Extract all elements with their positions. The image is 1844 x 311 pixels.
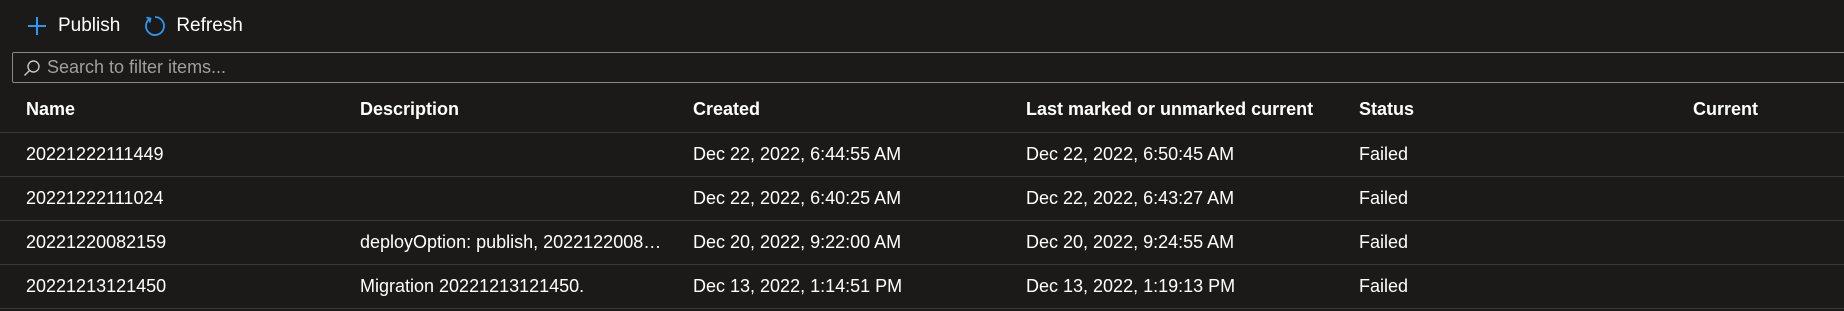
cell-name: 20221222111449	[26, 144, 164, 164]
cell-name: 20221222111024	[26, 188, 164, 208]
cell-name: 20221213121450	[26, 276, 167, 296]
column-header-last-marked[interactable]: Last marked or unmarked current	[1000, 99, 1333, 120]
column-header-status[interactable]: Status	[1333, 99, 1667, 120]
refresh-icon	[142, 13, 168, 39]
cell-last-marked: Dec 22, 2022, 6:50:45 AM	[1026, 144, 1235, 164]
cell-description: Migration 20221213121450.	[360, 276, 585, 296]
cell-status: Failed	[1359, 232, 1409, 252]
cell-last-marked: Dec 13, 2022, 1:19:13 PM	[1026, 276, 1236, 296]
cell-created: Dec 22, 2022, 6:40:25 AM	[693, 188, 902, 208]
column-header-current[interactable]: Current	[1667, 99, 1844, 120]
table-row[interactable]: 20221220082159 deployOption: publish, 20…	[0, 221, 1844, 265]
table-row[interactable]: 20221222111024 Dec 22, 2022, 6:40:25 AM …	[0, 177, 1844, 221]
cell-created: Dec 22, 2022, 6:44:55 AM	[693, 144, 902, 164]
cell-last-marked: Dec 20, 2022, 9:24:55 AM	[1026, 232, 1235, 252]
cell-description: deployOption: publish, 20221220082159.	[360, 232, 667, 252]
search-box	[12, 52, 1844, 83]
cell-last-marked: Dec 22, 2022, 6:43:27 AM	[1026, 188, 1235, 208]
column-header-created[interactable]: Created	[667, 99, 1000, 120]
publish-label: Publish	[58, 15, 121, 36]
cell-created: Dec 13, 2022, 1:14:51 PM	[693, 276, 903, 296]
publish-button[interactable]: Publish	[22, 8, 126, 44]
column-header-name[interactable]: Name	[0, 99, 334, 120]
cell-status: Failed	[1359, 144, 1409, 164]
command-bar: Publish Refresh	[0, 0, 263, 52]
table-row[interactable]: 20221222111449 Dec 22, 2022, 6:44:55 AM …	[0, 133, 1844, 177]
table-row[interactable]: 20221213121450 Migration 20221213121450.…	[0, 265, 1844, 309]
column-header-description[interactable]: Description	[334, 99, 667, 120]
search-input[interactable]	[45, 56, 1844, 79]
refresh-button[interactable]: Refresh	[140, 8, 249, 44]
cell-name: 20221220082159	[26, 232, 167, 252]
cell-status: Failed	[1359, 276, 1409, 296]
search-icon	[19, 55, 45, 81]
refresh-label: Refresh	[176, 15, 243, 36]
cell-status: Failed	[1359, 188, 1409, 208]
versions-table: Name Description Created Last marked or …	[0, 86, 1844, 309]
cell-created: Dec 20, 2022, 9:22:00 AM	[693, 232, 902, 252]
plus-icon	[24, 13, 50, 39]
table-header: Name Description Created Last marked or …	[0, 86, 1844, 133]
